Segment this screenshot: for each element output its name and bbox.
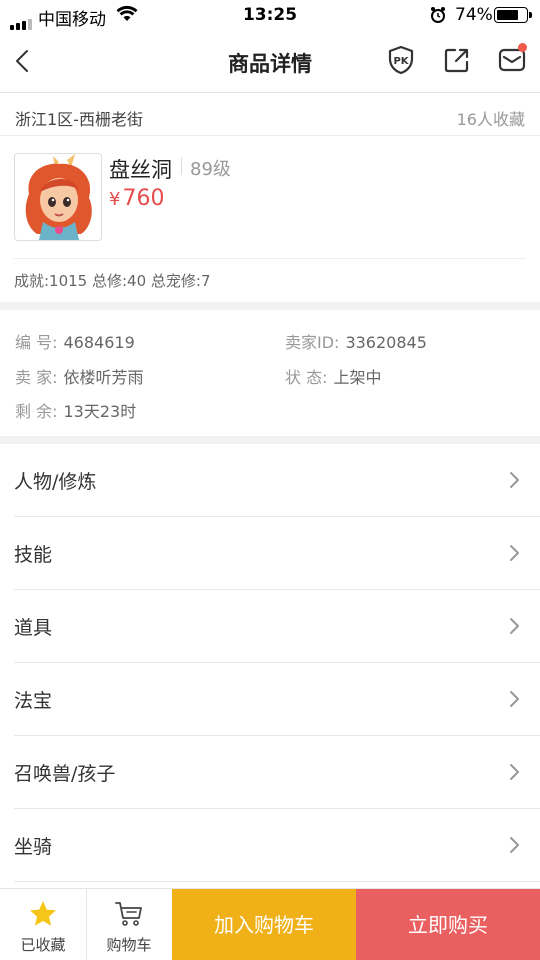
item-price: ¥760 [109, 186, 164, 211]
svg-text:PK: PK [393, 56, 409, 67]
notification-dot [518, 43, 527, 52]
seller-name: 卖 家: 依楼听芳雨 [15, 368, 144, 387]
nav-bar: 商品详情 PK [0, 30, 540, 93]
pk-shield-icon[interactable]: PK [386, 45, 416, 75]
shopping-cart-icon [115, 902, 142, 926]
price-value: 760 [122, 186, 165, 211]
chevron-right-icon [510, 545, 519, 561]
menu-item-character-cultivation[interactable]: 人物/修炼 [14, 444, 540, 517]
currency-symbol: ¥ [109, 189, 121, 210]
server-row: 浙江1区-西栅老街 16人收藏 [0, 93, 540, 136]
share-icon[interactable] [442, 45, 472, 75]
detail-menu: 人物/修炼 技能 道具 法宝 召唤兽/孩子 坐骑 [0, 444, 540, 882]
add-to-cart-button[interactable]: 加入购物车 [172, 889, 356, 960]
character-level: 89级 [190, 159, 231, 180]
character-class: 盘丝洞 [109, 158, 172, 182]
battery-percent: 74% [455, 5, 493, 25]
server-name: 浙江1区-西栅老街 [15, 110, 143, 129]
status-bar: 中国移动 13:25 74% [0, 0, 540, 30]
menu-item-skills[interactable]: 技能 [14, 517, 540, 590]
alarm-icon [431, 7, 445, 23]
bottom-action-bar: 已收藏 购物车 加入购物车 立即购买 [0, 888, 540, 960]
serial-number: 编 号: 4684619 [15, 333, 135, 352]
character-avatar[interactable] [14, 153, 102, 241]
favorite-button[interactable]: 已收藏 [0, 889, 86, 960]
chevron-right-icon [510, 618, 519, 634]
listing-status: 状 态: 上架中 [285, 368, 382, 387]
time-remaining: 剩 余: 13天23时 [15, 402, 137, 421]
menu-item-items[interactable]: 道具 [14, 590, 540, 663]
section-divider [0, 436, 540, 444]
menu-item-treasures[interactable]: 法宝 [14, 663, 540, 736]
cart-button[interactable]: 购物车 [86, 889, 172, 960]
chevron-right-icon [510, 837, 519, 853]
section-divider [0, 302, 540, 310]
menu-item-summons-children[interactable]: 召唤兽/孩子 [14, 736, 540, 809]
chevron-right-icon [510, 691, 519, 707]
battery-icon [494, 7, 528, 23]
seller-id: 卖家ID: 33620845 [285, 333, 427, 352]
chevron-right-icon [510, 764, 519, 780]
item-header: 盘丝洞 89级 ¥760 [0, 136, 540, 258]
chevron-right-icon [510, 472, 519, 488]
buy-now-button[interactable]: 立即购买 [356, 889, 540, 960]
star-icon [30, 901, 56, 926]
favorite-count: 16人收藏 [456, 110, 525, 129]
listing-info: 编 号: 4684619 卖家ID: 33620845 卖 家: 依楼听芳雨 状 态:… [0, 310, 540, 436]
menu-item-mounts[interactable]: 坐骑 [14, 809, 540, 882]
achievement-summary: 成就:1015 总修:40 总宠修:7 [14, 258, 526, 302]
